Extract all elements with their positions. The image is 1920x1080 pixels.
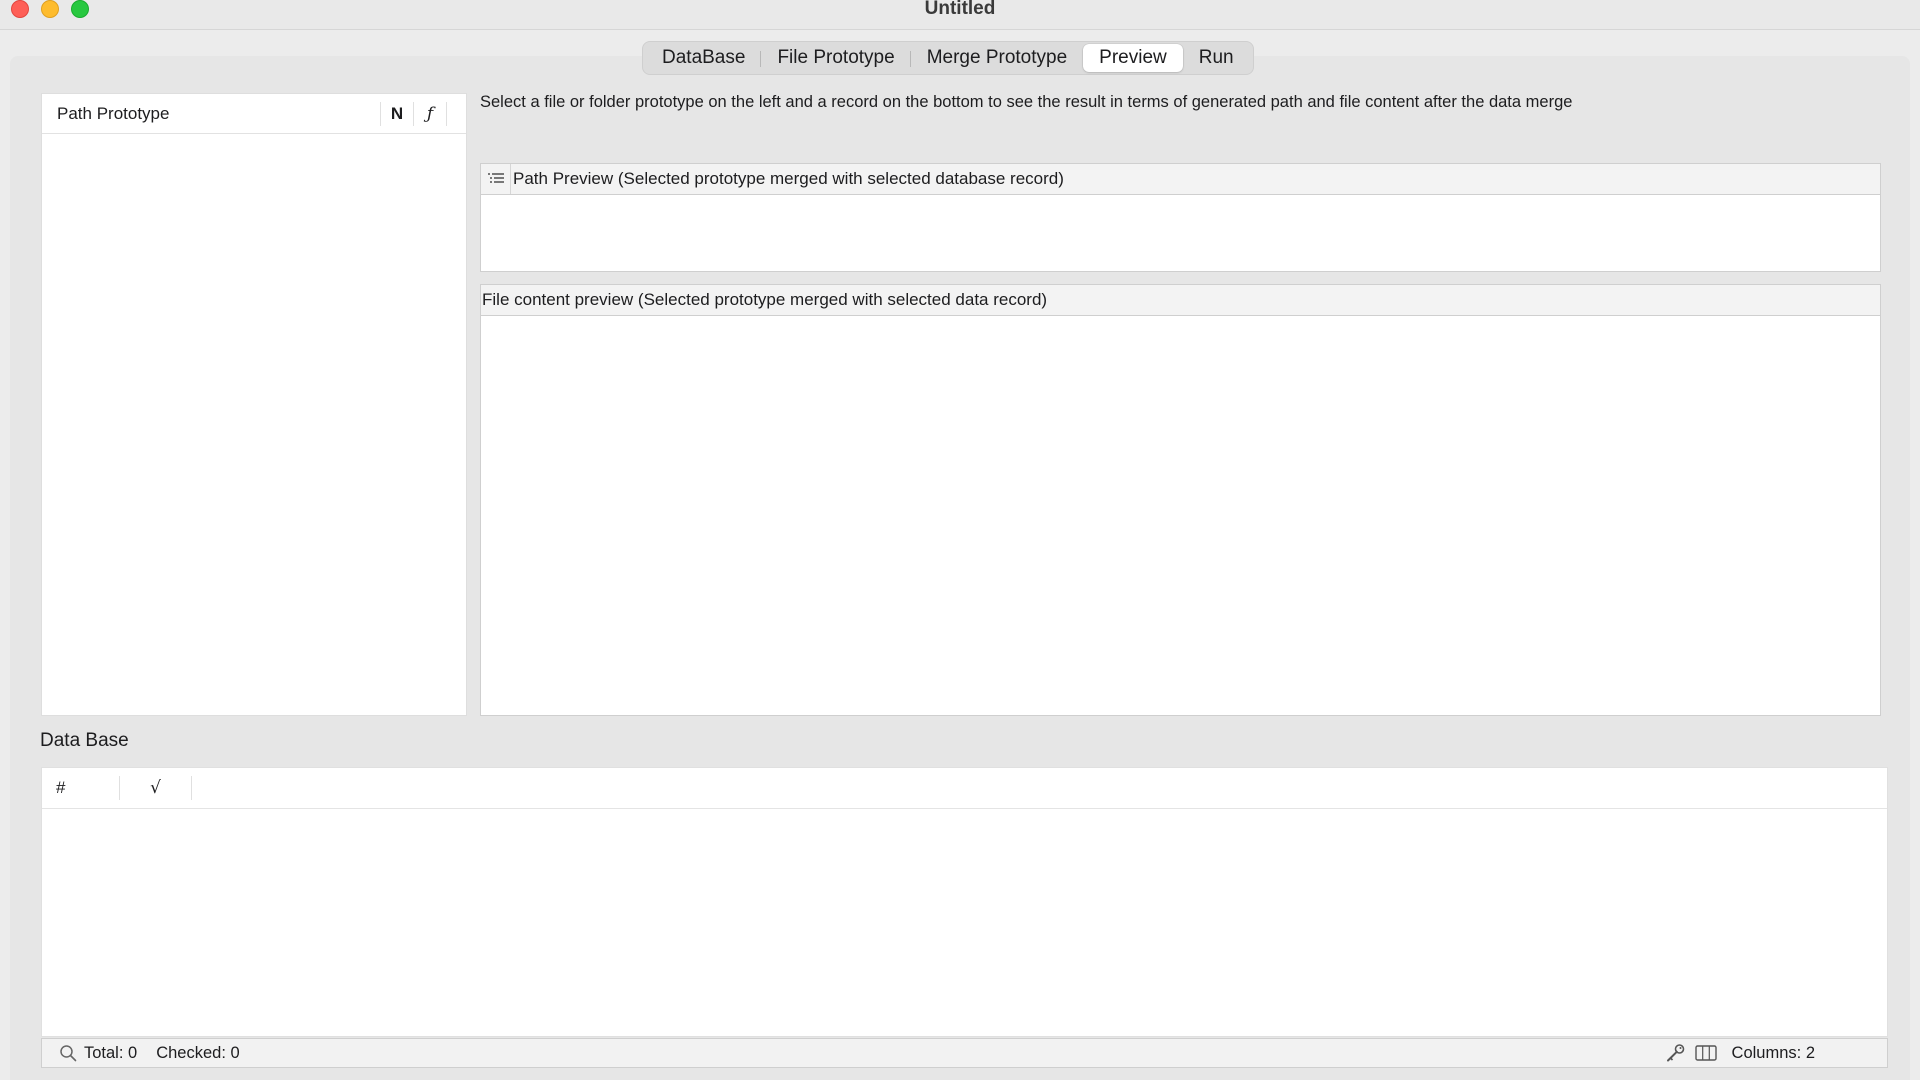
tab-preview[interactable]: Preview <box>1083 44 1183 72</box>
path-prototype-list[interactable]: Path Prototype N ƒ <box>41 93 467 716</box>
key-icon[interactable] <box>1664 1042 1688 1064</box>
status-bar: Total: 0 Checked: 0 Columns: 2 <box>41 1038 1888 1068</box>
instruction-text: Select a file or folder prototype on the… <box>480 93 1573 111</box>
tab-database[interactable]: DataBase <box>646 44 762 72</box>
tab-run[interactable]: Run <box>1183 44 1250 72</box>
function-column-header[interactable]: ƒ <box>413 101 446 126</box>
columns-icon[interactable] <box>1694 1042 1718 1064</box>
path-prototype-header: Path Prototype N ƒ <box>42 94 466 134</box>
hash-column-header[interactable]: # <box>42 776 120 800</box>
path-preview-header: Path Preview (Selected prototype merged … <box>481 164 1880 195</box>
checked-count: Checked: 0 <box>156 1043 240 1062</box>
database-table-header: # √ <box>42 768 1887 809</box>
window-title: Untitled <box>924 0 996 19</box>
check-column-header[interactable]: √ <box>120 776 192 800</box>
file-content-preview-header: File content preview (Selected prototype… <box>481 285 1880 316</box>
tab-file-prototype[interactable]: File Prototype <box>761 44 911 72</box>
columns-count: Columns: 2 <box>1731 1043 1815 1062</box>
tab-merge-prototype[interactable]: Merge Prototype <box>911 44 1083 72</box>
tab-bar: DataBase File Prototype Merge Prototype … <box>642 41 1254 75</box>
database-table[interactable]: # √ <box>41 767 1888 1037</box>
database-section-title: Data Base <box>40 730 129 751</box>
path-prototype-column-header[interactable]: Path Prototype <box>42 104 380 124</box>
n-column-header[interactable]: N <box>380 101 413 126</box>
list-icon[interactable] <box>481 164 511 194</box>
path-preview-title: Path Preview (Selected prototype merged … <box>513 169 1064 188</box>
total-count: Total: 0 <box>84 1043 138 1062</box>
file-content-preview-panel: File content preview (Selected prototype… <box>480 284 1881 716</box>
file-content-preview-title: File content preview (Selected prototype… <box>482 290 1048 309</box>
search-icon[interactable] <box>58 1043 78 1063</box>
path-preview-panel: Path Preview (Selected prototype merged … <box>480 163 1881 272</box>
title-bar: Untitled <box>0 0 1920 30</box>
column-header-spacer <box>446 101 466 126</box>
